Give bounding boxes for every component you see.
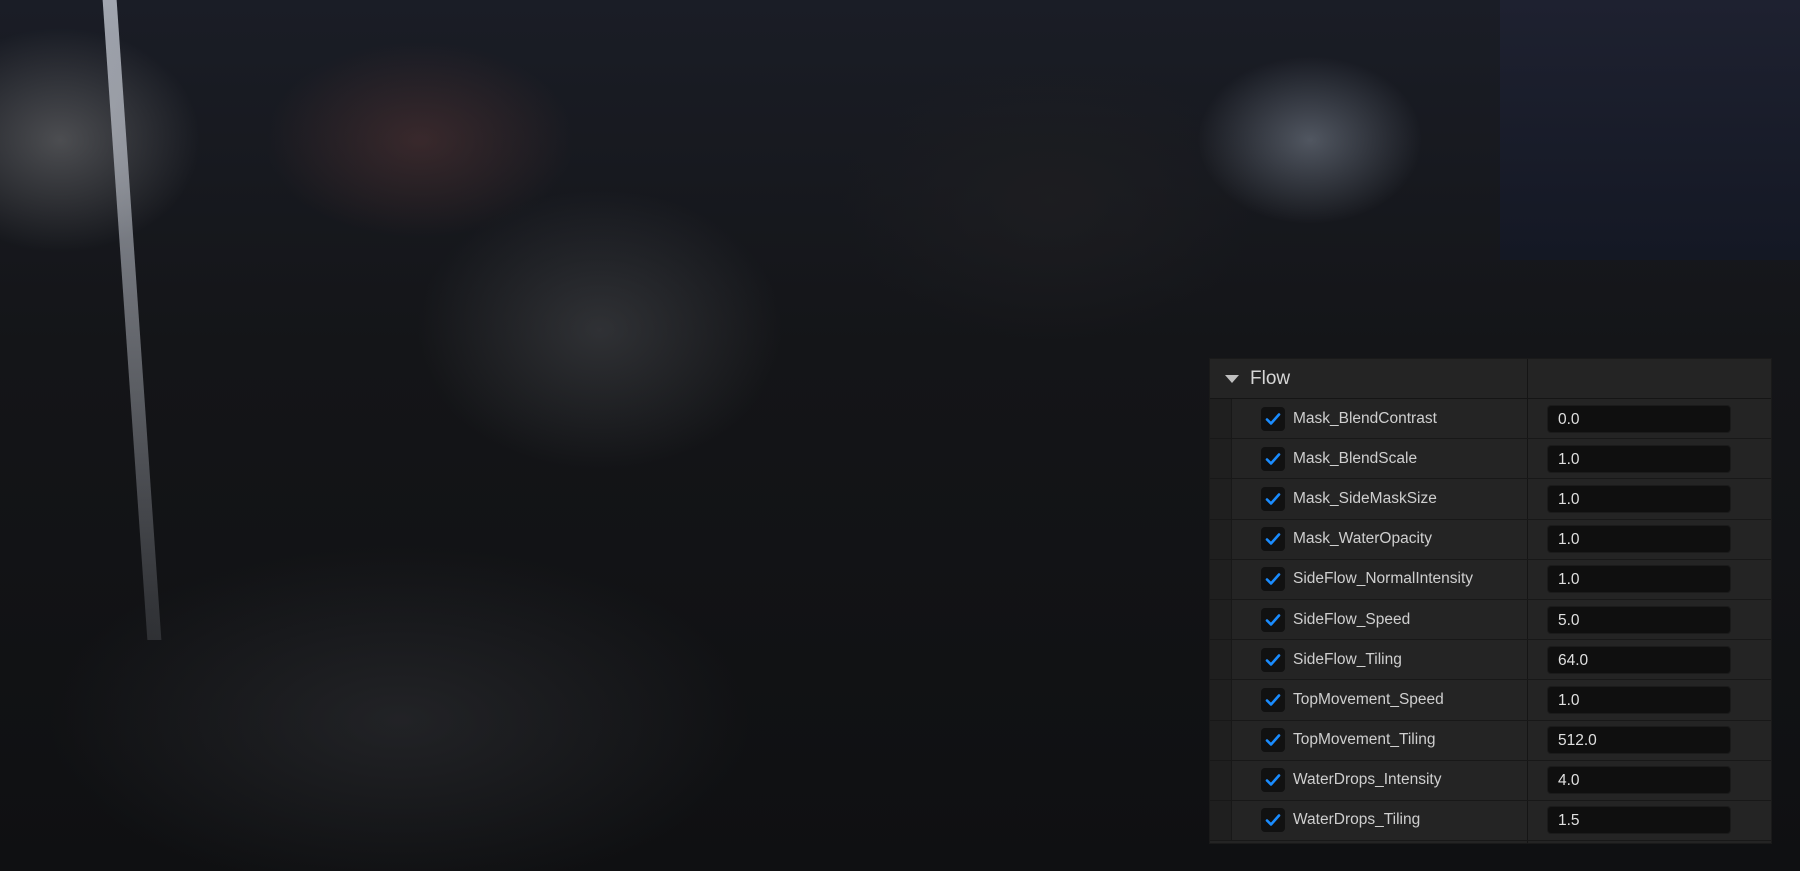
checkmark-icon: [1265, 533, 1281, 545]
parameter-label: Mask_BlendContrast: [1293, 409, 1437, 427]
parameter-row: Mask_WaterOpacity 1.0: [1210, 519, 1771, 560]
override-checkbox[interactable]: [1261, 567, 1285, 592]
checkmark-icon: [1265, 493, 1281, 505]
parameter-label: Mask_WaterOpacity: [1293, 530, 1432, 548]
flow-parameters-panel: Flow Mask_BlendContrast 0.0 Mask_BlendSc…: [1209, 358, 1772, 844]
category-title: Flow: [1250, 367, 1291, 389]
override-checkbox[interactable]: [1261, 607, 1285, 632]
parameter-value-input[interactable]: 1.0: [1547, 484, 1731, 513]
parameter-label: Mask_BlendScale: [1293, 449, 1418, 467]
parameter-value-input[interactable]: 1.0: [1547, 444, 1731, 473]
indent-stripe: [1210, 519, 1232, 559]
indent-stripe: [1210, 439, 1232, 479]
checkmark-icon: [1265, 613, 1281, 626]
override-checkbox[interactable]: [1261, 527, 1285, 552]
parameter-row: TopMovement_Tiling 512.0: [1210, 720, 1771, 761]
override-checkbox[interactable]: [1261, 687, 1285, 712]
indent-stripe: [1210, 800, 1232, 841]
checkmark-icon: [1265, 653, 1281, 666]
parameter-value-input[interactable]: 0.0: [1547, 404, 1731, 433]
parameter-row: Mask_BlendContrast 0.0: [1210, 399, 1771, 440]
parameter-row: WaterDrops_Tiling 1.5: [1210, 800, 1771, 842]
override-checkbox[interactable]: [1261, 446, 1285, 471]
parameter-label: TopMovement_Speed: [1293, 690, 1444, 708]
indent-stripe: [1210, 599, 1232, 640]
parameter-value-input[interactable]: 1.5: [1547, 806, 1731, 835]
checkmark-icon: [1265, 694, 1281, 706]
parameter-label: SideFlow_Tiling: [1293, 650, 1402, 668]
checkmark-icon: [1265, 412, 1281, 425]
checkmark-icon: [1265, 452, 1281, 465]
indent-stripe: [1210, 479, 1232, 519]
checkmark-icon: [1265, 814, 1281, 827]
checkmark-icon: [1265, 573, 1281, 586]
parameter-value-input[interactable]: 1.0: [1547, 685, 1731, 714]
override-checkbox[interactable]: [1261, 808, 1285, 833]
parameter-row: SideFlow_Tiling 64.0: [1210, 640, 1771, 681]
indent-stripe: [1210, 559, 1232, 599]
indent-stripe: [1210, 680, 1232, 720]
parameter-row: SideFlow_NormalIntensity 1.0: [1210, 559, 1771, 600]
parameter-row: SideFlow_Speed 5.0: [1210, 599, 1771, 641]
parameter-label: TopMovement_Tiling: [1293, 731, 1436, 749]
parameter-label: WaterDrops_Intensity: [1293, 771, 1442, 789]
indent-stripe: [1210, 640, 1232, 680]
override-checkbox[interactable]: [1261, 486, 1285, 511]
parameter-label: WaterDrops_Tiling: [1293, 811, 1421, 829]
parameter-row: WaterDrops_Intensity 4.0: [1210, 760, 1771, 801]
override-checkbox[interactable]: [1261, 647, 1285, 672]
override-checkbox[interactable]: [1261, 406, 1285, 431]
parameter-value-input[interactable]: 64.0: [1547, 645, 1731, 674]
override-checkbox[interactable]: [1261, 768, 1285, 793]
parameter-value-input[interactable]: 4.0: [1547, 766, 1731, 795]
parameter-value-input[interactable]: 512.0: [1547, 726, 1731, 755]
parameter-label: SideFlow_NormalIntensity: [1293, 570, 1474, 588]
night-sky: [1500, 0, 1800, 260]
parameter-row: TopMovement_Speed 1.0: [1210, 680, 1771, 721]
flow-category-header[interactable]: Flow: [1210, 359, 1771, 399]
collapse-triangle-icon[interactable]: [1225, 374, 1239, 383]
checkmark-icon: [1265, 734, 1281, 746]
parameter-row: Mask_SideMaskSize 1.0: [1210, 479, 1771, 520]
parameter-label: SideFlow_Speed: [1293, 610, 1411, 628]
parameter-row: Mask_BlendScale 1.0: [1210, 439, 1771, 480]
override-checkbox[interactable]: [1261, 728, 1285, 753]
waterfall: [102, 0, 162, 640]
indent-stripe: [1210, 760, 1232, 800]
indent-stripe: [1210, 720, 1232, 760]
parameter-value-input[interactable]: 1.0: [1547, 525, 1731, 554]
parameter-value-input[interactable]: 1.0: [1547, 565, 1731, 594]
indent-stripe: [1210, 399, 1232, 439]
parameter-value-input[interactable]: 5.0: [1547, 605, 1731, 634]
checkmark-icon: [1265, 774, 1281, 787]
parameter-label: Mask_SideMaskSize: [1293, 489, 1437, 507]
